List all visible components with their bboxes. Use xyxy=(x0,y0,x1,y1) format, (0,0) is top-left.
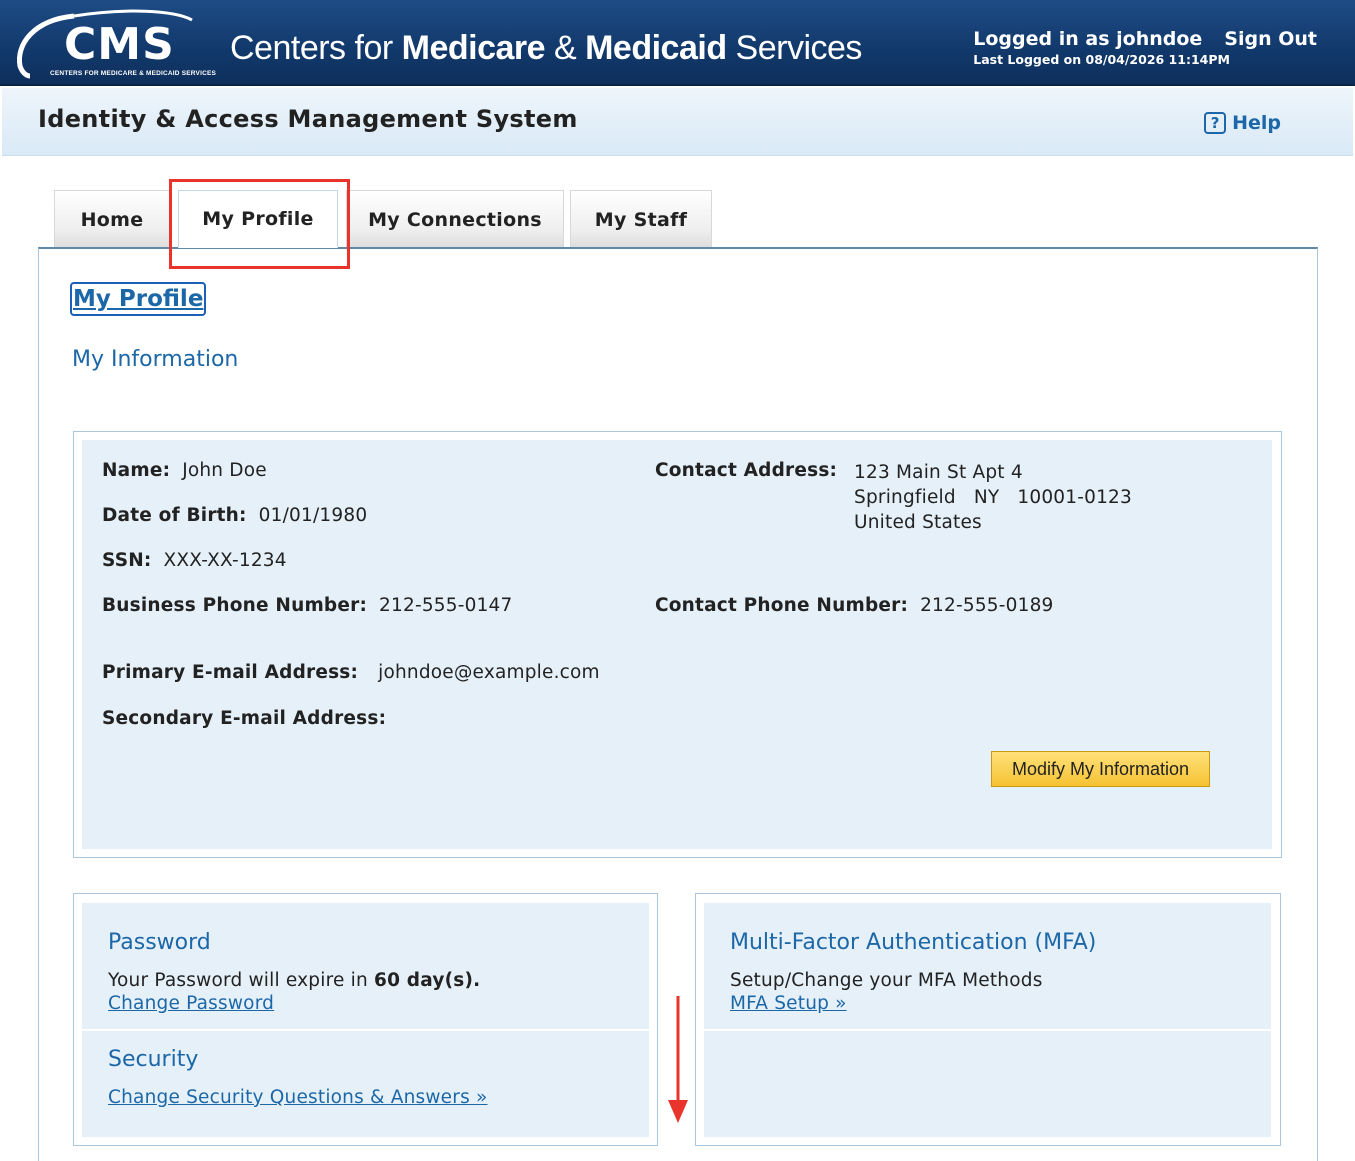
modify-information-button[interactable]: Modify My Information xyxy=(991,751,1210,787)
secondary-email-field: Secondary E-mail Address: xyxy=(102,708,398,729)
password-expiry-text: Your Password will expire in 60 day(s). xyxy=(108,970,481,991)
dob-label: Date of Birth: xyxy=(102,505,247,526)
section-title: My Information xyxy=(72,347,239,372)
contact-address-value: 123 Main St Apt 4 Springfield NY 10001-012… xyxy=(854,460,1132,535)
logo-subtext: CENTERS FOR MEDICARE & MEDICAID SERVICES xyxy=(50,70,217,77)
business-phone-label: Business Phone Number: xyxy=(102,595,368,616)
cms-logo: CMS CENTERS FOR MEDICARE & MEDICAID SERV… xyxy=(14,6,219,82)
name-label: Name: xyxy=(102,460,171,481)
business-phone-field: Business Phone Number: 212-555-0147 xyxy=(102,595,513,616)
name-value: John Doe xyxy=(182,460,267,481)
address-state: NY xyxy=(973,487,1000,508)
secondary-email-label: Secondary E-mail Address: xyxy=(102,708,387,729)
mfa-title: Multi-Factor Authentication (MFA) xyxy=(730,930,1097,955)
divider xyxy=(704,1029,1271,1031)
login-info: Logged in as johndoe Sign Out Last Logged… xyxy=(973,28,1317,67)
help-link[interactable]: ? Help xyxy=(1204,112,1281,134)
change-password-link[interactable]: Change Password xyxy=(108,993,274,1014)
divider xyxy=(82,1029,649,1031)
primary-email-value: johndoe@example.com xyxy=(378,662,600,683)
tab-my-profile[interactable]: My Profile xyxy=(178,190,338,248)
dob-value: 01/01/1980 xyxy=(258,505,368,526)
primary-email-label: Primary E-mail Address: xyxy=(102,662,359,683)
sign-out-link[interactable]: Sign Out xyxy=(1224,28,1317,50)
help-label: Help xyxy=(1232,112,1281,134)
agency-name: Centers for Medicare & Medicaid Services xyxy=(230,29,862,67)
address-country: United States xyxy=(854,512,982,533)
ssn-label: SSN: xyxy=(102,550,152,571)
help-icon: ? xyxy=(1204,112,1227,134)
security-title: Security xyxy=(108,1047,199,1072)
tab-home[interactable]: Home xyxy=(54,190,170,248)
contact-address-label: Contact Address: xyxy=(655,460,838,481)
tab-my-connections[interactable]: My Connections xyxy=(346,190,564,248)
mfa-setup-link[interactable]: MFA Setup » xyxy=(730,993,847,1014)
password-days: 60 day(s). xyxy=(374,970,481,991)
page-heading-link[interactable]: My Profile xyxy=(69,282,207,316)
ssn-value: XXX-XX-1234 xyxy=(163,550,287,571)
address-city: Springfield xyxy=(854,487,956,508)
logo-text: CMS xyxy=(64,19,175,70)
last-logged-text: Last Logged on 08/04/2026 11:14PM xyxy=(973,52,1230,67)
address-zip: 10001-0123 xyxy=(1017,487,1132,508)
contact-phone-field: Contact Phone Number: 212-555-0189 xyxy=(655,595,1054,616)
dob-field: Date of Birth: 01/01/1980 xyxy=(102,505,367,526)
business-phone-value: 212-555-0147 xyxy=(379,595,513,616)
contact-phone-label: Contact Phone Number: xyxy=(655,595,909,616)
mfa-text: Setup/Change your MFA Methods xyxy=(730,970,1043,991)
contact-phone-value: 212-555-0189 xyxy=(920,595,1054,616)
subheader: Identity & Access Management System ? He… xyxy=(2,88,1353,156)
contact-address-label-field: Contact Address: xyxy=(655,460,849,481)
tab-my-staff[interactable]: My Staff xyxy=(570,190,712,248)
logged-in-text: Logged in as johndoe xyxy=(973,28,1203,50)
name-field: Name: John Doe xyxy=(102,460,267,481)
change-security-questions-link[interactable]: Change Security Questions & Answers » xyxy=(108,1087,488,1108)
password-title: Password xyxy=(108,930,211,955)
system-title: Identity & Access Management System xyxy=(38,105,578,133)
top-banner: CMS CENTERS FOR MEDICARE & MEDICAID SERV… xyxy=(0,0,1355,86)
address-city-state-zip: Springfield NY 10001-0123 xyxy=(854,485,1132,510)
address-line1: 123 Main St Apt 4 xyxy=(854,462,1023,483)
ssn-field: SSN: XXX-XX-1234 xyxy=(102,550,287,571)
primary-email-field: Primary E-mail Address: johndoe@example.c… xyxy=(102,662,600,683)
